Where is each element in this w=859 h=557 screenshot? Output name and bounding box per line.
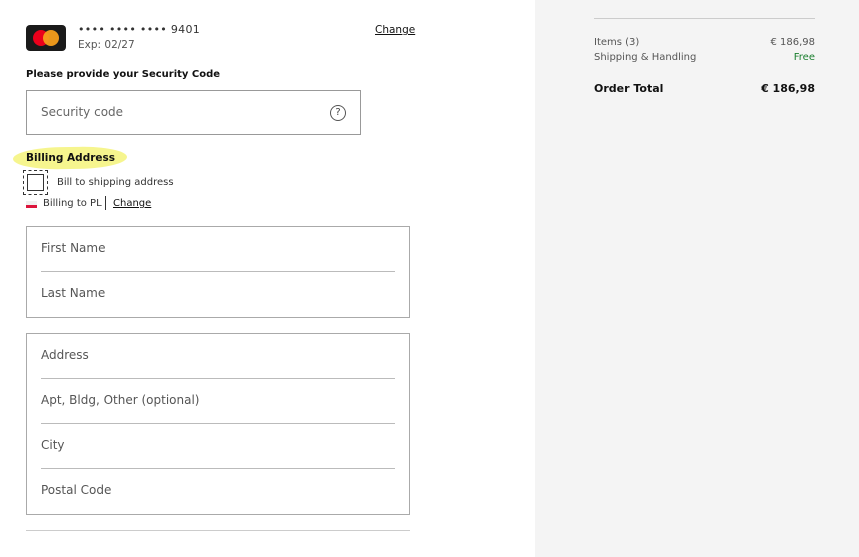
bill-to-shipping-label[interactable]: Bill to shipping address [57, 177, 174, 188]
shipping-label: Shipping & Handling [594, 52, 697, 63]
security-code-input[interactable]: Security code ? [26, 90, 361, 135]
summary-divider [594, 18, 815, 19]
change-billing-country-link[interactable]: Change [113, 198, 151, 209]
change-payment-link[interactable]: Change [375, 24, 415, 36]
card-expiry: Exp: 02/27 [78, 39, 135, 51]
items-label: Items (3) [594, 37, 640, 48]
postal-code-placeholder: Postal Code [41, 483, 112, 497]
security-code-label: Please provide your Security Code [26, 69, 221, 80]
poland-flag-icon [26, 201, 37, 208]
summary-shipping-row: Shipping & Handling Free [594, 52, 815, 63]
city-placeholder: City [41, 438, 65, 452]
postal-code-field[interactable]: Postal Code [41, 469, 395, 514]
checkout-form-panel: •••• •••• •••• 9401 Exp: 02/27 Change Pl… [0, 0, 535, 557]
items-value: € 186,98 [770, 37, 815, 48]
shipping-value: Free [793, 52, 815, 63]
total-value: € 186,98 [761, 82, 815, 95]
last-name-placeholder: Last Name [41, 286, 106, 300]
section-divider [26, 530, 410, 531]
mastercard-yellow-circle [43, 30, 59, 46]
help-icon[interactable]: ? [330, 105, 346, 121]
address-placeholder: Address [41, 348, 89, 362]
last-name-field[interactable]: Last Name [41, 272, 395, 317]
name-fields-group: First Name Last Name [26, 226, 410, 318]
apt-field[interactable]: Apt, Bldg, Other (optional) [41, 379, 395, 424]
bill-to-shipping-checkbox[interactable] [23, 170, 48, 195]
apt-placeholder: Apt, Bldg, Other (optional) [41, 393, 200, 407]
card-number: •••• •••• •••• 9401 [78, 23, 201, 36]
address-field[interactable]: Address [41, 334, 395, 379]
billing-country-text: Billing to PL [43, 198, 102, 209]
checkbox-box[interactable] [27, 174, 44, 191]
summary-items-row: Items (3) € 186,98 [594, 37, 815, 48]
summary-total-row: Order Total € 186,98 [594, 82, 815, 95]
first-name-placeholder: First Name [41, 241, 106, 255]
billing-address-heading: Billing Address [26, 152, 116, 164]
city-field[interactable]: City [41, 424, 395, 469]
order-summary-panel: Items (3) € 186,98 Shipping & Handling F… [535, 0, 859, 557]
divider [105, 196, 106, 210]
mastercard-icon [26, 25, 66, 51]
total-label: Order Total [594, 82, 664, 95]
address-fields-group: Address Apt, Bldg, Other (optional) City… [26, 333, 410, 515]
first-name-field[interactable]: First Name [41, 227, 395, 272]
security-code-placeholder: Security code [41, 105, 124, 119]
